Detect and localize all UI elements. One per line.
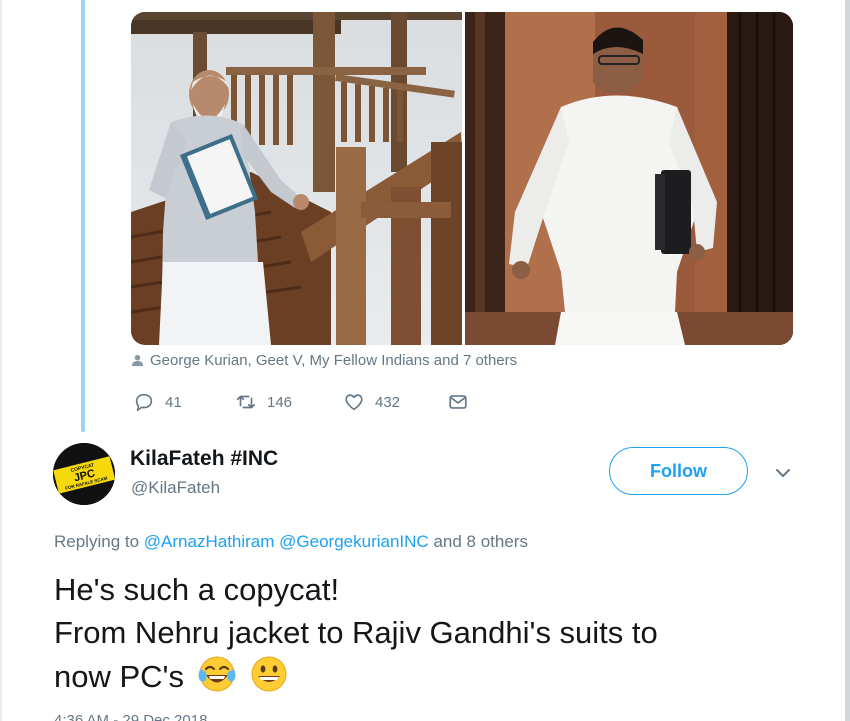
mention-link[interactable]: @ArnazHathiram (144, 532, 275, 551)
follow-button[interactable]: Follow (609, 447, 748, 495)
avatar[interactable]: COPYCAT JPC FOR RAFALE SCAM (53, 443, 115, 505)
tweet-media-grid[interactable] (131, 12, 793, 345)
person-icon (131, 354, 144, 366)
replying-prefix: Replying to (54, 532, 140, 551)
grinning-face-emoji (251, 656, 287, 692)
envelope-icon (449, 395, 467, 409)
tweet-page: George Kurian, Geet V, My Fellow Indians… (0, 0, 850, 721)
window-left-border (0, 0, 2, 721)
tweet-timestamp[interactable]: 4:36 AM - 29 Dec 2018 (54, 712, 207, 721)
media-photo-left[interactable] (131, 12, 462, 345)
retweet-count: 146 (267, 393, 293, 411)
like-button[interactable]: 432 (343, 391, 447, 413)
tagged-people[interactable]: George Kurian, Geet V, My Fellow Indians… (131, 350, 517, 370)
tweet-text-line-2: From Nehru jacket to Rajiv Gandhi's suit… (54, 615, 658, 650)
reply-count: 41 (165, 393, 182, 411)
replying-suffix[interactable]: and 8 others (433, 532, 528, 551)
chevron-down-icon[interactable] (772, 462, 794, 484)
media-photo-right[interactable] (465, 12, 793, 345)
tweet-text-line-1: He's such a copycat! (54, 572, 340, 607)
window-right-border (845, 0, 850, 721)
tweet-text: He's such a copycat! From Nehru jacket t… (54, 568, 814, 698)
reply-button[interactable]: 41 (133, 391, 235, 413)
display-name[interactable]: KilaFateh #INC (130, 447, 278, 471)
reply-icon (135, 393, 153, 412)
tagged-people-text: George Kurian, Geet V, My Fellow Indians… (150, 351, 518, 369)
retweet-icon (236, 395, 256, 409)
direct-message-button[interactable] (447, 391, 469, 413)
quoted-tweet-actions: 41 146 432 (133, 389, 469, 415)
thread-connector-line (81, 0, 85, 432)
user-handle[interactable]: @KilaFateh (131, 478, 220, 498)
tweet-text-line-3: now PC's (54, 654, 814, 698)
like-count: 432 (375, 393, 401, 411)
tweet-text-line-3-text: now PC's (54, 659, 184, 694)
retweet-button[interactable]: 146 (235, 391, 343, 413)
heart-icon (345, 394, 363, 411)
face-with-tears-of-joy-emoji (198, 656, 236, 692)
replying-to-line: Replying to @ArnazHathiram @Georgekurian… (54, 532, 528, 552)
mention-link[interactable]: @GeorgekurianINC (279, 532, 429, 551)
